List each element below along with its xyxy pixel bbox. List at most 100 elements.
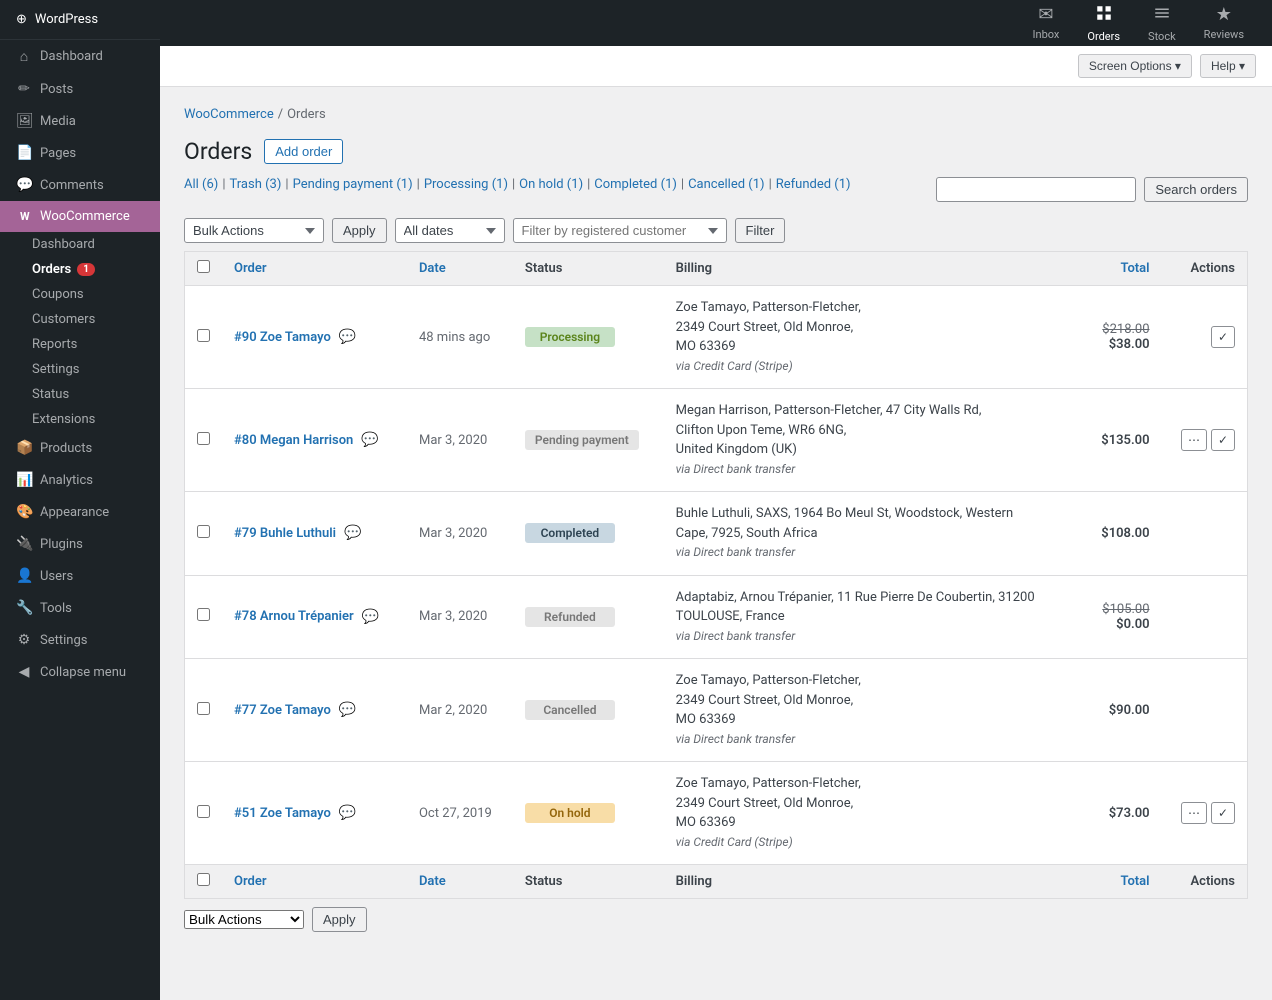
order-cell: #78 Arnou Trépanier 💬 [222,575,407,659]
filter-tab-pending[interactable]: Pending payment (1) [293,177,413,192]
topbar-reviews[interactable]: ★ Reviews [1192,0,1256,51]
help-button[interactable]: Help ▾ [1200,54,1256,78]
footer-select-all-checkbox[interactable] [197,873,210,886]
note-icon: 💬 [339,702,356,718]
filter-tab-all[interactable]: All (6) [184,177,218,192]
note-icon: 💬 [339,329,356,345]
row-checkbox-cell [185,492,223,576]
topbar-stock[interactable]: Stock [1136,0,1188,51]
bulk-actions-select[interactable]: Bulk Actions Mark processing Mark on-hol… [184,218,324,243]
order-link[interactable]: #80 Megan Harrison [234,433,353,448]
header-checkbox-col [185,252,223,286]
order-link[interactable]: #51 Zoe Tamayo [234,806,331,821]
reviews-icon: ★ [1216,4,1232,25]
screen-options-button[interactable]: Screen Options ▾ [1078,54,1192,78]
more-action-button[interactable]: ⋯ [1181,429,1207,451]
sidebar-sub-item-woo-coupons[interactable]: Coupons [32,282,160,307]
filter-customer-input[interactable] [513,218,727,243]
sidebar-item-tools[interactable]: 🔧 Tools [0,592,160,624]
payment-method: via Direct bank transfer [676,732,796,746]
sidebar-sub-item-woo-orders[interactable]: Orders 1 [32,257,160,282]
sidebar-item-posts[interactable]: ✏ Posts [0,73,160,105]
sidebar-item-woocommerce[interactable]: W WooCommerce [0,201,160,232]
sidebar-item-dashboard[interactable]: ⌂ Dashboard [0,40,160,73]
order-link[interactable]: #77 Zoe Tamayo [234,703,331,718]
row-checkbox[interactable] [197,525,210,538]
row-checkbox[interactable] [197,432,210,445]
header-date[interactable]: Date [407,252,513,286]
search-input[interactable] [936,177,1136,202]
sidebar-item-label: Pages [40,146,76,161]
add-order-button[interactable]: Add order [264,139,343,164]
sidebar-item-collapse[interactable]: ◀ Collapse menu [0,656,160,688]
products-icon: 📦 [16,440,32,456]
row-checkbox[interactable] [197,329,210,342]
stock-icon [1153,4,1171,27]
media-icon: 🖼 [16,113,32,129]
sidebar-item-appearance[interactable]: 🎨 Appearance [0,496,160,528]
sidebar-sub-item-woo-customers[interactable]: Customers [32,307,160,332]
footer-total[interactable]: Total [1083,865,1162,899]
footer-order[interactable]: Order [222,865,407,899]
billing-cell: Buhle Luthuli, SAXS, 1964 Bo Meul St, Wo… [664,492,1083,576]
search-row: Search orders [936,177,1248,202]
sidebar-sub-item-woo-status[interactable]: Status [32,382,160,407]
complete-action-button[interactable]: ✓ [1211,326,1235,348]
date-cell: Mar 2, 2020 [407,659,513,762]
sidebar-item-media[interactable]: 🖼 Media [0,105,160,137]
header-order[interactable]: Order [222,252,407,286]
date-cell: Mar 3, 2020 [407,389,513,492]
sidebar-item-pages[interactable]: 📄 Pages [0,137,160,169]
bottom-bulk-actions-select[interactable]: Bulk Actions Mark processing Mark on-hol… [184,910,304,929]
table-header-row: Order Date Status Billing Total Actions [185,252,1248,286]
sidebar-item-label: Users [40,569,73,584]
breadcrumb: WooCommerce / Orders [184,107,1248,122]
breadcrumb-separator: / [278,107,283,122]
topbar-orders[interactable]: Orders [1075,0,1132,51]
row-checkbox[interactable] [197,805,210,818]
breadcrumb-woocommerce[interactable]: WooCommerce [184,107,274,122]
footer-date[interactable]: Date [407,865,513,899]
orders-topbar-icon [1095,4,1113,27]
filter-button[interactable]: Filter [735,218,786,243]
bottom-apply-button[interactable]: Apply [312,907,367,932]
sidebar-item-label: WooCommerce [40,209,130,224]
sidebar-item-products[interactable]: 📦 Products [0,432,160,464]
actions-cell [1162,575,1248,659]
filter-tab-cancelled[interactable]: Cancelled (1) [688,177,764,192]
sidebar-item-settings[interactable]: ⚙ Settings [0,624,160,656]
sidebar-item-comments[interactable]: 💬 Comments [0,169,160,201]
sidebar-item-analytics[interactable]: 📊 Analytics [0,464,160,496]
filter-tab-processing[interactable]: Processing (1) [424,177,508,192]
sidebar-sub-item-woo-settings[interactable]: Settings [32,357,160,382]
complete-action-button[interactable]: ✓ [1211,802,1235,824]
more-action-button[interactable]: ⋯ [1181,802,1207,824]
sidebar-item-plugins[interactable]: 🔌 Plugins [0,528,160,560]
search-orders-button[interactable]: Search orders [1144,177,1248,202]
all-dates-select[interactable]: All dates [395,218,505,243]
sidebar-sub-item-woo-extensions[interactable]: Extensions [32,407,160,432]
total-cell: $108.00 [1083,492,1162,576]
sidebar-sub-item-woo-reports[interactable]: Reports [32,332,160,357]
row-checkbox[interactable] [197,608,210,621]
filter-tab-refunded[interactable]: Refunded (1) [776,177,851,192]
status-cell: Processing [513,286,664,389]
table-row: #90 Zoe Tamayo 💬 48 mins ago Processing … [185,286,1248,389]
order-cell: #79 Buhle Luthuli 💬 [222,492,407,576]
complete-action-button[interactable]: ✓ [1211,429,1235,451]
sidebar-sub-item-woo-dashboard[interactable]: Dashboard [32,232,160,257]
order-link[interactable]: #78 Arnou Trépanier [234,609,354,624]
sidebar-item-users[interactable]: 👤 Users [0,560,160,592]
header-total[interactable]: Total [1083,252,1162,286]
toolbar-apply-button[interactable]: Apply [332,218,387,243]
topbar-inbox[interactable]: ✉ Inbox [1021,0,1072,51]
order-link[interactable]: #90 Zoe Tamayo [234,330,331,345]
header-billing: Billing [664,252,1083,286]
filter-tab-completed[interactable]: Completed (1) [594,177,677,192]
filter-tab-trash[interactable]: Trash (3) [230,177,282,192]
select-all-checkbox[interactable] [197,260,210,273]
total-amount: $90.00 [1109,703,1150,718]
filter-tab-onhold[interactable]: On hold (1) [519,177,583,192]
order-link[interactable]: #79 Buhle Luthuli [234,526,336,541]
row-checkbox[interactable] [197,702,210,715]
